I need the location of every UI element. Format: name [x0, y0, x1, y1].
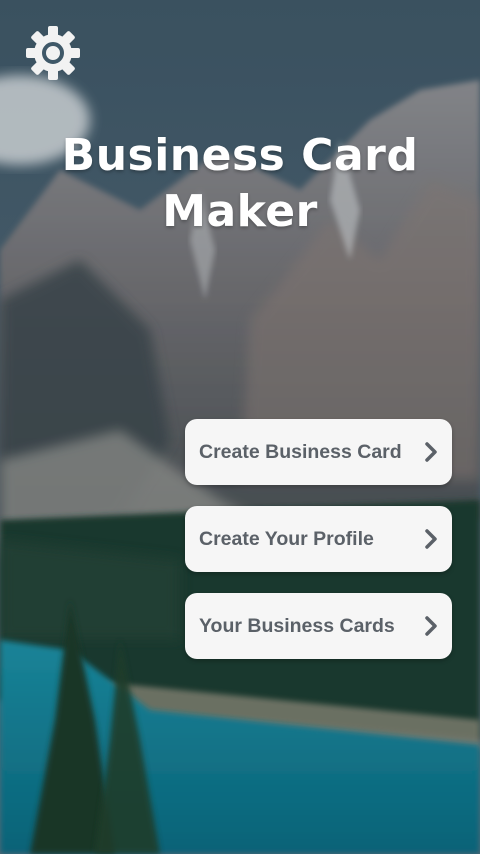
chevron-right-icon [424, 441, 438, 463]
main-menu: Create Business Card Create Your Profile… [185, 419, 452, 680]
your-business-cards-button[interactable]: Your Business Cards [185, 593, 452, 659]
chevron-right-icon [424, 615, 438, 637]
settings-button[interactable] [24, 24, 82, 82]
your-business-cards-label: Your Business Cards [199, 614, 395, 637]
chevron-right-icon [424, 528, 438, 550]
create-business-card-button[interactable]: Create Business Card [185, 419, 452, 485]
create-business-card-label: Create Business Card [199, 440, 402, 463]
app-title-line-2: Maker [162, 186, 318, 237]
create-your-profile-button[interactable]: Create Your Profile [185, 506, 452, 572]
app-title: Business Card Maker [0, 128, 480, 240]
gear-icon [24, 24, 82, 82]
create-your-profile-label: Create Your Profile [199, 527, 374, 550]
app-title-line-1: Business Card [61, 130, 419, 181]
